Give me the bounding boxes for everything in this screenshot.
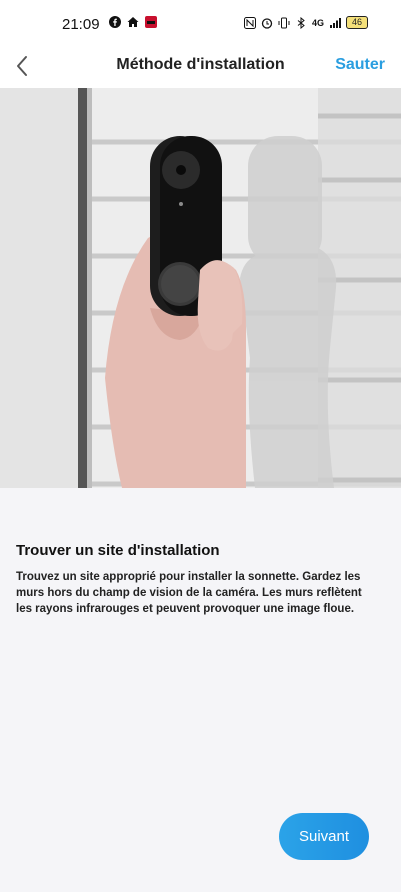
nfc-icon	[244, 16, 256, 29]
skip-button[interactable]: Sauter	[335, 56, 385, 74]
status-time: 21:09	[62, 16, 100, 33]
app-notification-icon	[145, 16, 157, 28]
status-notification-icons	[109, 16, 157, 28]
battery-icon: 46	[346, 16, 369, 29]
doorbell-hand-illustration	[0, 88, 401, 488]
status-system-icons: 4G 46	[244, 16, 369, 29]
vibrate-icon	[278, 17, 290, 28]
facebook-icon	[109, 16, 121, 28]
battery-level: 46	[352, 17, 363, 27]
alarm-icon	[261, 17, 273, 29]
installation-illustration	[0, 88, 401, 488]
top-app-bar: Méthode d'installation Sauter	[0, 50, 401, 88]
section-description: Trouvez un site approprié pour installer…	[16, 571, 362, 615]
home-icon	[127, 17, 139, 27]
section-title: Trouver un site d'installation	[16, 542, 220, 559]
status-bar: 21:09 4G 46	[0, 0, 401, 50]
bluetooth-icon	[297, 16, 305, 29]
next-button[interactable]: Suivant	[279, 813, 369, 860]
signal-icon	[330, 17, 342, 28]
signal-text: 4G	[312, 17, 325, 28]
